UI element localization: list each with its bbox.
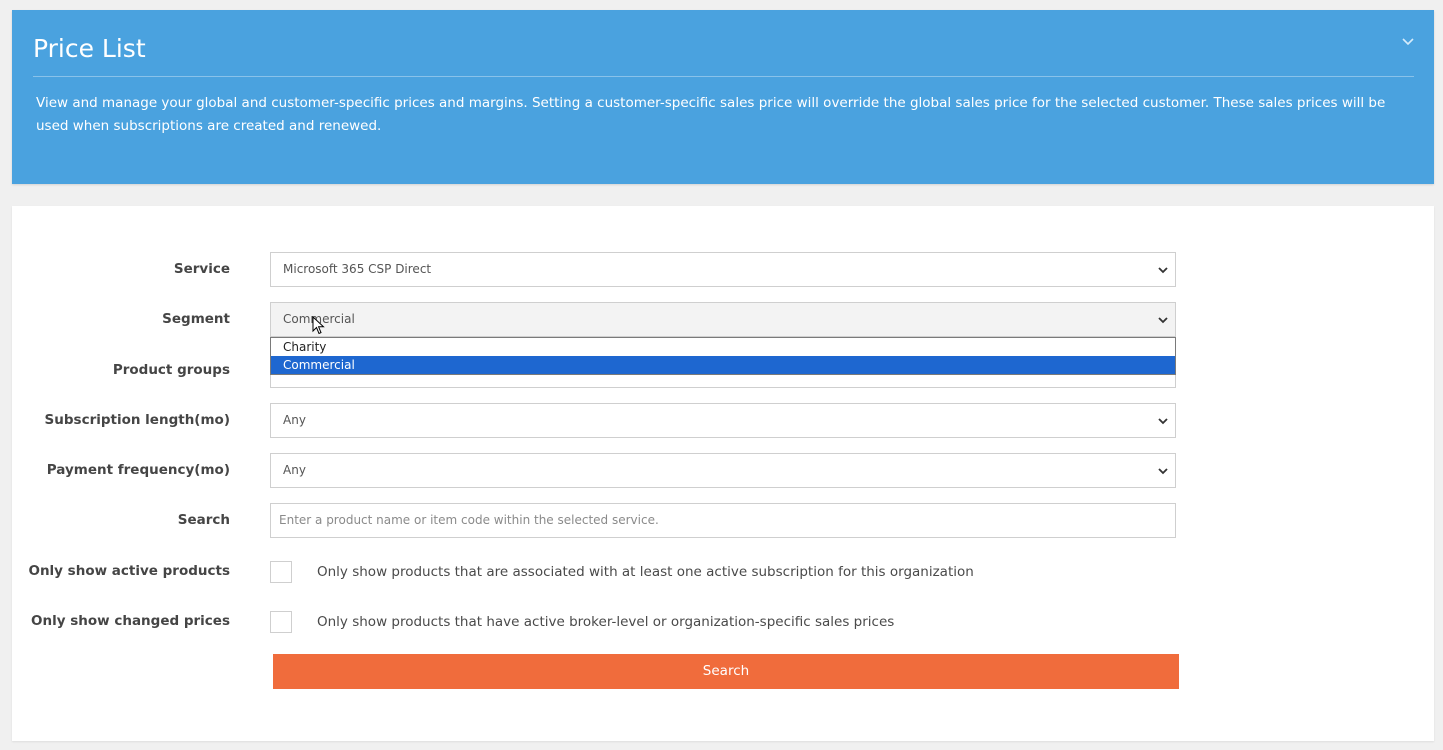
only-active-label: Only show active products <box>28 563 230 579</box>
subscription-length-select[interactable]: Any <box>270 403 1176 438</box>
mouse-cursor-icon <box>312 316 325 335</box>
chevron-down-icon <box>1158 317 1168 324</box>
filter-panel: Service Microsoft 365 CSP Direct Segment… <box>12 206 1434 741</box>
payment-frequency-label: Payment frequency(mo) <box>46 462 230 478</box>
only-changed-label: Only show changed prices <box>31 613 230 629</box>
search-label: Search <box>177 512 230 528</box>
payment-frequency-select[interactable]: Any <box>270 453 1176 488</box>
page-header-banner: Price List View and manage your global a… <box>12 10 1434 184</box>
page-title: Price List <box>33 34 146 63</box>
segment-label: Segment <box>162 311 230 327</box>
chevron-down-icon <box>1158 418 1168 425</box>
service-label: Service <box>173 261 230 277</box>
payment-frequency-value: Any <box>283 463 306 477</box>
banner-divider <box>33 76 1414 77</box>
subscription-length-label: Subscription length(mo) <box>44 412 230 428</box>
only-changed-description: Only show products that have active brok… <box>317 614 895 630</box>
search-input[interactable]: Enter a product name or item code within… <box>270 503 1176 538</box>
only-active-description: Only show products that are associated w… <box>317 564 974 580</box>
segment-option-charity[interactable]: Charity <box>271 338 1175 356</box>
search-button[interactable]: Search <box>273 654 1179 689</box>
segment-option-commercial[interactable]: Commercial <box>271 356 1175 374</box>
page-description: View and manage your global and customer… <box>36 95 1386 134</box>
segment-select[interactable]: Commercial <box>270 302 1176 337</box>
chevron-down-icon <box>1158 468 1168 475</box>
search-placeholder: Enter a product name or item code within… <box>279 513 659 527</box>
service-value: Microsoft 365 CSP Direct <box>283 262 432 276</box>
only-changed-checkbox[interactable] <box>270 611 292 633</box>
product-groups-label: Product groups <box>112 362 230 378</box>
only-active-checkbox[interactable] <box>270 561 292 583</box>
segment-dropdown-list: Charity Commercial <box>270 337 1176 375</box>
chevron-down-icon <box>1158 267 1168 274</box>
service-select[interactable]: Microsoft 365 CSP Direct <box>270 252 1176 287</box>
chevron-down-icon[interactable] <box>1400 34 1416 50</box>
subscription-length-value: Any <box>283 413 306 427</box>
